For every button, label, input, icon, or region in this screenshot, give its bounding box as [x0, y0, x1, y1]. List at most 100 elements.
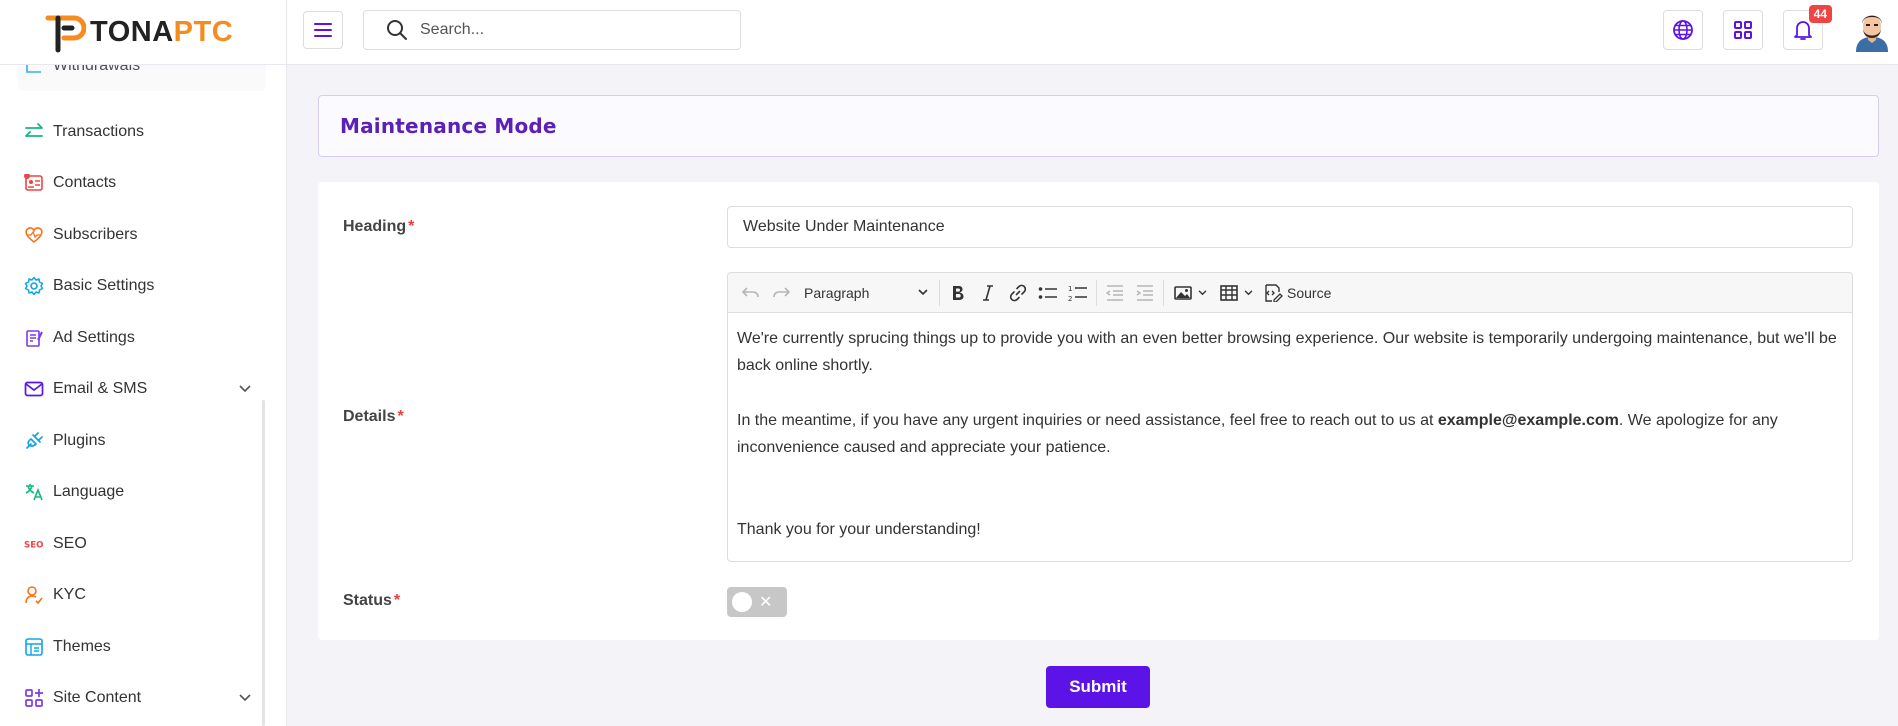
- bold-icon: [953, 285, 964, 300]
- logo-icon: [44, 12, 87, 54]
- sidebar-item-themes[interactable]: Themes: [24, 632, 111, 662]
- toolbar-separator: [1096, 279, 1097, 306]
- details-label: Details *: [343, 408, 404, 425]
- editor-paragraph: We're currently sprucing things up to pr…: [737, 330, 1837, 374]
- plug-icon: [24, 431, 44, 451]
- notification-count-badge: 44: [1808, 5, 1832, 23]
- status-toggle[interactable]: ✕: [727, 587, 787, 617]
- toolbar-separator: [939, 279, 940, 306]
- undo-icon: [742, 286, 759, 297]
- outdent-button[interactable]: [1100, 278, 1130, 308]
- sidebar-item-transactions[interactable]: Transactions: [24, 117, 144, 147]
- editor-toolbar: Paragraph 12 Source: [728, 273, 1852, 313]
- apps-button[interactable]: [1723, 10, 1763, 50]
- bold-button[interactable]: [943, 278, 973, 308]
- sidebar-item-label: Email & SMS: [53, 380, 148, 397]
- table-icon: [1219, 284, 1238, 301]
- hamburger-icon: [314, 23, 332, 37]
- numbered-list-button[interactable]: 12: [1063, 278, 1093, 308]
- heading-label: Heading *: [343, 218, 415, 235]
- logo-text: TONAPTC: [90, 16, 233, 49]
- source-button[interactable]: Source: [1259, 278, 1335, 308]
- editor-paragraph: In the meantime, if you have any urgent …: [737, 412, 1778, 456]
- user-check-icon: [24, 585, 44, 605]
- sidebar-item-label: Site Content: [53, 689, 142, 706]
- arrows-swap-icon: [24, 122, 44, 142]
- translate-icon: [24, 482, 44, 502]
- source-label: Source: [1287, 284, 1332, 301]
- chevron-down-icon: [239, 689, 251, 707]
- link-button[interactable]: [1003, 278, 1033, 308]
- sidebar-item-label: KYC: [53, 586, 86, 603]
- logo-text-part2: PTC: [173, 16, 234, 48]
- search-box[interactable]: [363, 10, 741, 50]
- editor-content[interactable]: We're currently sprucing things up to pr…: [728, 313, 1852, 561]
- sidebar-item-label: Basic Settings: [53, 277, 155, 294]
- sidebar-item-subscribers[interactable]: Subscribers: [24, 220, 137, 250]
- withdrawals-icon: [24, 65, 44, 76]
- menu-toggle-button[interactable]: [303, 11, 343, 49]
- toggle-knob: [732, 592, 752, 612]
- logo-text-part1: TONA: [90, 16, 174, 48]
- paragraph-format-select[interactable]: Paragraph: [796, 278, 936, 308]
- sidebar-item-kyc[interactable]: KYC: [24, 580, 86, 610]
- sidebar-item-contacts[interactable]: Contacts: [24, 168, 116, 198]
- sidebar-item-label: Language: [53, 483, 125, 500]
- outdent-icon: [1106, 284, 1123, 301]
- sidebar-item-label: Ad Settings: [53, 329, 135, 346]
- sidebar-item-label: Plugins: [53, 432, 106, 449]
- search-icon: [387, 20, 407, 40]
- chevron-down-icon: [1244, 289, 1252, 295]
- bulleted-list-button[interactable]: [1033, 278, 1063, 308]
- sidebar-item-label: Transactions: [53, 123, 144, 140]
- contact-email: example@example.com: [1437, 412, 1619, 429]
- submit-button[interactable]: Submit: [1046, 666, 1150, 708]
- search-input[interactable]: [420, 21, 720, 39]
- logo[interactable]: TONAPTC: [0, 0, 287, 65]
- image-icon: [1173, 285, 1192, 300]
- sidebar: Withdrawals Transactions Contacts Subscr…: [0, 65, 287, 726]
- insert-image-button[interactable]: [1167, 278, 1213, 308]
- contact-card-icon: [24, 173, 44, 193]
- sidebar-item-plugins[interactable]: Plugins: [24, 426, 105, 456]
- required-mark: *: [397, 408, 404, 425]
- ad-edit-icon: [24, 328, 44, 348]
- svg-text:SEO: SEO: [24, 541, 43, 550]
- rich-text-editor[interactable]: Paragraph 12 Source We're currently spru…: [727, 272, 1853, 562]
- language-button[interactable]: [1663, 10, 1703, 50]
- indent-icon: [1136, 284, 1153, 301]
- redo-icon: [773, 286, 790, 297]
- svg-text:2: 2: [1068, 295, 1072, 302]
- undo-button[interactable]: [736, 278, 766, 308]
- chevron-down-icon: [918, 289, 928, 296]
- sidebar-item-seo[interactable]: SEO SEO: [24, 529, 87, 559]
- indent-button[interactable]: [1130, 278, 1160, 308]
- editor-paragraph: Thank you for your understanding!: [737, 521, 981, 538]
- italic-icon: [983, 284, 993, 301]
- envelope-icon: [24, 379, 44, 399]
- sidebar-item-withdrawals[interactable]: Withdrawals: [24, 65, 140, 81]
- topbar: TONAPTC 44: [0, 0, 1898, 65]
- redo-button[interactable]: [766, 278, 796, 308]
- sidebar-item-language[interactable]: Language: [24, 477, 124, 507]
- sidebar-item-label: Withdrawals: [53, 65, 141, 74]
- insert-table-button[interactable]: [1213, 278, 1259, 308]
- sidebar-item-label: Themes: [53, 638, 111, 655]
- notifications-button[interactable]: 44: [1783, 5, 1832, 50]
- globe-icon: [1673, 20, 1693, 40]
- numbered-list-icon: 12: [1068, 285, 1087, 302]
- sidebar-item-ad-settings[interactable]: Ad Settings: [24, 323, 135, 353]
- sidebar-item-site-content[interactable]: Site Content: [24, 683, 254, 713]
- sidebar-item-email-sms[interactable]: Email & SMS: [24, 374, 254, 404]
- heart-pulse-icon: [24, 225, 44, 245]
- page-header-card: Maintenance Mode: [318, 95, 1879, 157]
- user-avatar[interactable]: [1852, 10, 1892, 52]
- sidebar-scrollbar[interactable]: [262, 400, 265, 726]
- paragraph-format-label: Paragraph: [804, 284, 870, 301]
- sidebar-item-basic-settings[interactable]: Basic Settings: [24, 271, 154, 301]
- heading-input[interactable]: [727, 206, 1853, 248]
- widgets-icon: [24, 688, 44, 708]
- link-icon: [1009, 284, 1027, 301]
- sidebar-item-label: SEO: [53, 535, 87, 552]
- italic-button[interactable]: [973, 278, 1003, 308]
